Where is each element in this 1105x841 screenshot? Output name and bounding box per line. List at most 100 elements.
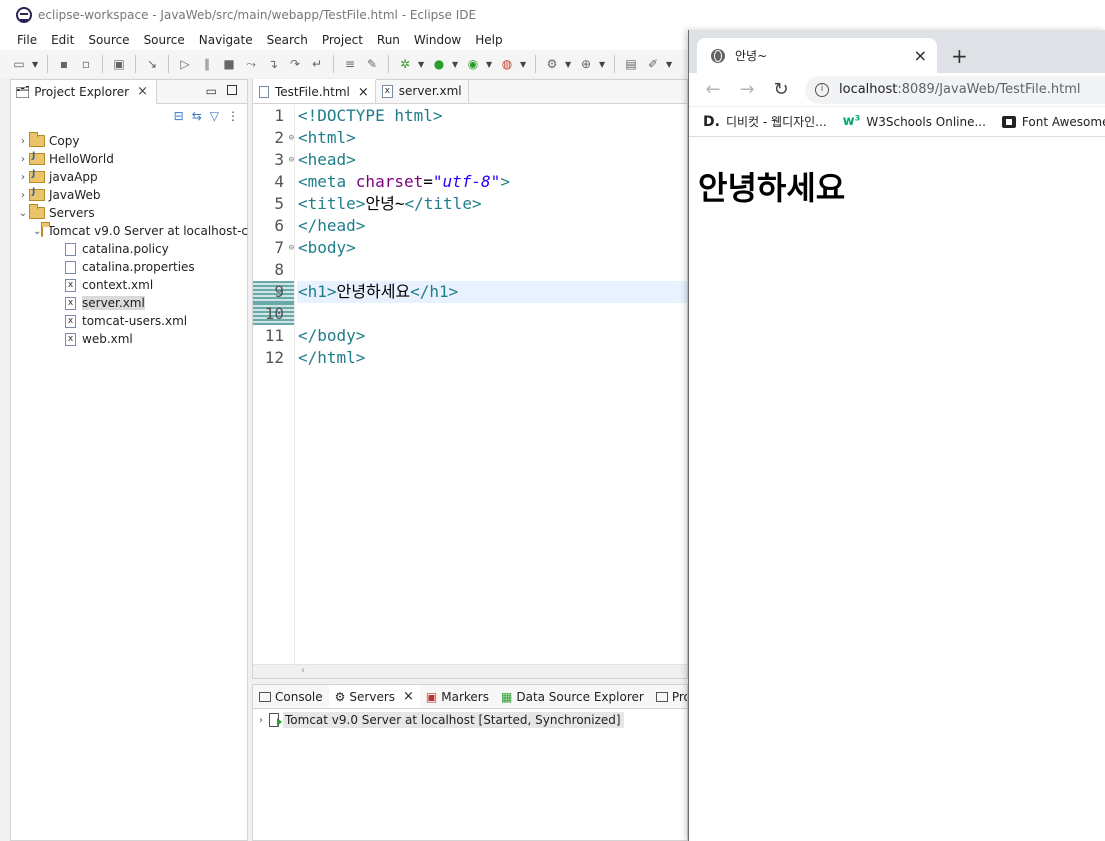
open-type-icon[interactable]: ▤ <box>622 55 640 73</box>
collapse-icon[interactable]: ⌄ <box>33 226 41 237</box>
horizontal-scrollbar[interactable]: ‹ <box>253 664 687 678</box>
code-editor[interactable]: 1 2 ⊖ 3 ⊖ 4 5 6 7 ⊖ 8 9 10 11 12 <!DOCTYPE … <box>253 105 687 665</box>
tree-item-catalina-properties[interactable]: catalina.properties <box>11 258 247 276</box>
collapse-all-icon[interactable]: ⊟ <box>174 109 184 123</box>
toolbar-separator <box>614 55 615 73</box>
step-over-icon[interactable]: ↷ <box>286 55 304 73</box>
reload-icon[interactable]: ↻ <box>771 79 791 100</box>
run-icon[interactable]: ● <box>430 55 448 73</box>
save-all-icon[interactable]: ▫ <box>77 55 95 73</box>
info-icon[interactable]: i <box>815 82 829 97</box>
external-tools-icon[interactable]: ◍ <box>498 55 516 73</box>
minimize-icon[interactable]: ▭ <box>206 84 217 98</box>
new-class-dropdown-icon[interactable]: ▼ <box>599 60 607 69</box>
external-tools-dropdown-icon[interactable]: ▼ <box>520 60 528 69</box>
tree-item-servers[interactable]: ⌄ Servers <box>11 204 247 222</box>
menu-help[interactable]: Help <box>468 33 509 47</box>
menu-file[interactable]: File <box>10 33 44 47</box>
open-task-dropdown-icon[interactable]: ▼ <box>666 60 674 69</box>
menu-search[interactable]: Search <box>260 33 315 47</box>
fold-icon[interactable]: ⊖ <box>289 127 294 149</box>
close-tab-icon[interactable]: × <box>914 46 927 65</box>
address-bar[interactable]: i localhost:8089/JavaWeb/TestFile.html <box>805 75 1105 104</box>
new-class-icon[interactable]: ⊕ <box>577 55 595 73</box>
coverage-icon[interactable]: ◉ <box>464 55 482 73</box>
menu-window[interactable]: Window <box>407 33 468 47</box>
tree-item-catalina-policy[interactable]: catalina.policy <box>11 240 247 258</box>
tab-data-source-explorer[interactable]: ▦ Data Source Explorer <box>495 685 650 708</box>
debug-dropdown-icon[interactable]: ▼ <box>418 60 426 69</box>
new-dropdown-icon[interactable]: ▼ <box>32 60 40 69</box>
tab-testfile-html[interactable]: TestFile.html × <box>253 79 376 103</box>
tab-console[interactable]: Console <box>253 685 329 708</box>
debug-icon[interactable]: ✲ <box>396 55 414 73</box>
close-icon[interactable]: × <box>403 689 414 704</box>
new-server-dropdown-icon[interactable]: ▼ <box>565 60 573 69</box>
expand-icon[interactable]: › <box>17 154 29 165</box>
expand-icon[interactable]: › <box>17 172 29 183</box>
toggle-block-icon[interactable]: ≡ <box>341 55 359 73</box>
link-with-editor-icon[interactable]: ⇆ <box>192 109 202 123</box>
menu-run[interactable]: Run <box>370 33 407 47</box>
step-into-icon[interactable]: ↴ <box>264 55 282 73</box>
menu-source[interactable]: Source <box>81 33 136 47</box>
tree-item-javaapp[interactable]: › javaApp <box>11 168 247 186</box>
fold-icon[interactable]: ⊖ <box>289 149 294 171</box>
terminate-icon[interactable]: ■ <box>220 55 238 73</box>
coverage-dropdown-icon[interactable]: ▼ <box>486 60 494 69</box>
tab-properties[interactable]: Proper <box>650 685 687 708</box>
tree-item-web-xml[interactable]: x web.xml <box>11 330 247 348</box>
browser-tab[interactable]: 안녕~ × <box>697 38 937 73</box>
run-dropdown-icon[interactable]: ▼ <box>452 60 460 69</box>
resume-icon[interactable]: ▷ <box>176 55 194 73</box>
toolbar-separator <box>333 55 334 73</box>
suspend-icon[interactable]: ∥ <box>198 55 216 73</box>
tree-item-tomcat-config[interactable]: ⌄ Tomcat v9.0 Server at localhost-c <box>11 222 248 240</box>
disconnect-icon[interactable]: ⤳ <box>242 55 260 73</box>
new-icon[interactable]: ▭ <box>10 55 28 73</box>
step-return-icon[interactable]: ↵ <box>308 55 326 73</box>
back-icon[interactable]: ← <box>703 79 723 100</box>
expand-icon[interactable]: › <box>17 190 29 201</box>
menu-source-2[interactable]: Source <box>137 33 192 47</box>
tab-servers[interactable]: ⚙ Servers × <box>328 685 420 708</box>
new-server-icon[interactable]: ⚙ <box>543 55 561 73</box>
open-terminal-icon[interactable]: ▣ <box>110 55 128 73</box>
server-row[interactable]: › Tomcat v9.0 Server at localhost [Start… <box>253 711 687 729</box>
close-icon[interactable]: × <box>358 85 369 100</box>
maximize-icon[interactable] <box>227 85 237 95</box>
tree-item-context-xml[interactable]: x context.xml <box>11 276 247 294</box>
bookmark-dbcut[interactable]: D. 디비컷 - 웹디자인... <box>703 113 827 130</box>
bookmark-font-awesome[interactable]: Font Awesome <box>1001 115 1105 129</box>
filter-icon[interactable]: ▽ <box>210 109 219 123</box>
expand-icon[interactable]: › <box>17 136 29 147</box>
open-task-icon[interactable]: ✐ <box>644 55 662 73</box>
menu-navigate[interactable]: Navigate <box>192 33 260 47</box>
servers-icon: ⚙ <box>334 689 346 704</box>
menu-edit[interactable]: Edit <box>44 33 81 47</box>
tree-item-copy[interactable]: › Copy <box>11 132 247 150</box>
tree-item-server-xml[interactable]: x server.xml <box>11 294 247 312</box>
scroll-left-icon[interactable]: ‹ <box>301 665 305 676</box>
tab-server-xml[interactable]: x server.xml <box>376 79 469 103</box>
code-token: <!DOCTYPE <box>298 106 395 125</box>
menu-project[interactable]: Project <box>315 33 370 47</box>
tab-project-explorer[interactable]: 🗂 Project Explorer × <box>11 79 157 104</box>
tree-item-tomcat-users-xml[interactable]: x tomcat-users.xml <box>11 312 247 330</box>
view-menu-icon[interactable]: ⋮ <box>227 109 239 123</box>
fold-icon[interactable]: ⊖ <box>289 237 294 259</box>
close-icon[interactable]: × <box>137 84 148 99</box>
eclipse-titlebar: eclipse-workspace - JavaWeb/src/main/web… <box>0 0 1105 30</box>
bookmark-w3schools[interactable]: w³ W3Schools Online... <box>843 114 986 129</box>
skip-breakpoints-icon[interactable]: ↘ <box>143 55 161 73</box>
save-icon[interactable]: ▪ <box>55 55 73 73</box>
expand-icon[interactable]: › <box>259 715 263 726</box>
toggle-mark-icon[interactable]: ✎ <box>363 55 381 73</box>
new-tab-icon[interactable]: + <box>951 44 968 68</box>
forward-icon[interactable]: → <box>737 79 757 100</box>
tree-item-helloworld[interactable]: › HelloWorld <box>11 150 247 168</box>
tree-item-javaweb[interactable]: › JavaWeb <box>11 186 247 204</box>
collapse-icon[interactable]: ⌄ <box>17 208 29 219</box>
code-lines[interactable]: <!DOCTYPE html> <html> <head> <meta char… <box>297 105 687 369</box>
tab-markers[interactable]: ▣ Markers <box>420 685 495 708</box>
